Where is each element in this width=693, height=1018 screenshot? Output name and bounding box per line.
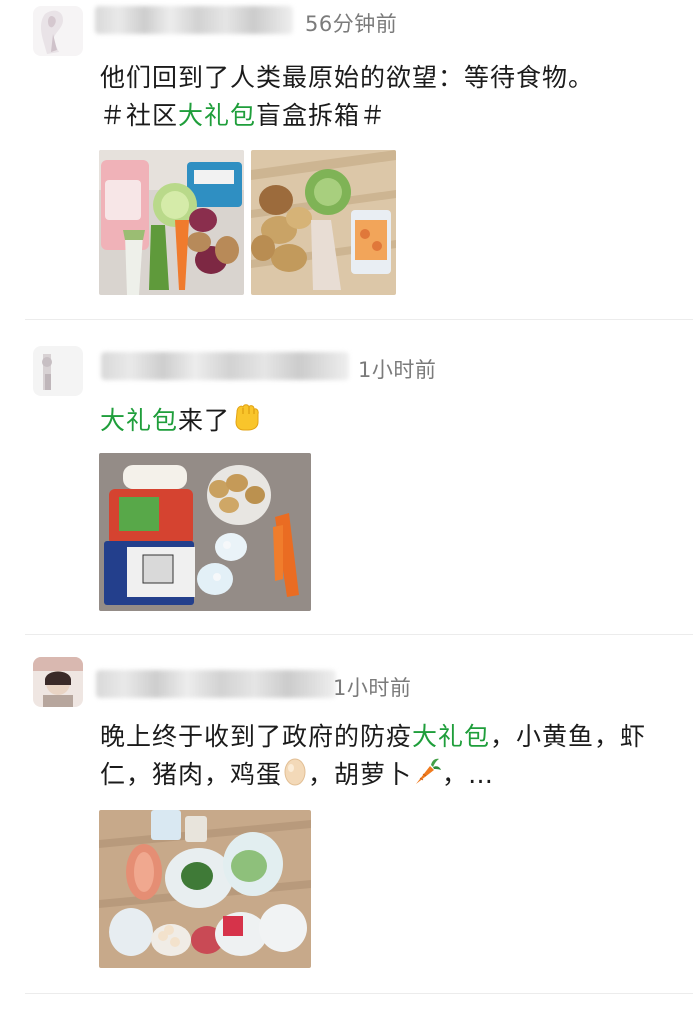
text-part: 他们回到了人类最原始的欲望：等待食物。 (100, 63, 595, 92)
post-time: 56分钟前 (305, 12, 398, 36)
divider (25, 634, 693, 635)
post-text: 他们回到了人类最原始的欲望：等待食物。 ＃社区大礼包盲盒拆箱＃ (100, 59, 670, 135)
text-part: 晚上终于收到了政府的防疫 (100, 722, 413, 751)
carrot-icon (412, 756, 442, 797)
image-grid (99, 810, 311, 968)
text-part: ，胡萝卜 (308, 760, 413, 789)
gift-package-photo (99, 453, 311, 611)
image-grid (99, 453, 311, 611)
avatar[interactable] (33, 346, 83, 396)
highlight-keyword[interactable]: 大礼包 (100, 406, 178, 435)
blurred-username[interactable] (95, 6, 293, 34)
hashtag-end[interactable]: 盲盒拆箱＃ (256, 101, 386, 130)
egg-icon (282, 756, 308, 797)
highlight-keyword[interactable]: 大礼包 (412, 722, 490, 751)
post-text: 大礼包来了 (100, 400, 670, 443)
hashtag-start[interactable]: ＃社区 (100, 101, 178, 130)
fist-icon (230, 400, 262, 443)
avatar-image (33, 657, 83, 707)
image-grid (99, 150, 399, 296)
avatar-image (33, 346, 83, 396)
photo-thumbnail[interactable] (99, 453, 311, 611)
post-time: 1小时前 (358, 358, 437, 382)
post-3: 1小时前 晚上终于收到了政府的防疫大礼包，小黄鱼，虾仁，猪肉，鸡蛋 ，胡萝卜，… (0, 645, 693, 995)
groceries-photo (99, 810, 311, 968)
divider (25, 319, 693, 320)
post-text: 晚上终于收到了政府的防疫大礼包，小黄鱼，虾仁，猪肉，鸡蛋 ，胡萝卜，… (100, 718, 670, 797)
post-time: 1小时前 (333, 676, 412, 700)
blurred-username[interactable] (96, 670, 336, 698)
potatoes-photo (251, 150, 396, 295)
photo-thumbnail[interactable] (251, 150, 396, 295)
avatar[interactable] (33, 657, 83, 707)
divider (25, 993, 693, 994)
photo-thumbnail[interactable] (99, 150, 244, 295)
text-part: ，… (442, 760, 495, 789)
vegetables-photo (99, 150, 244, 295)
photo-thumbnail[interactable] (99, 810, 311, 968)
blurred-username[interactable] (101, 352, 349, 380)
avatar[interactable] (33, 6, 83, 56)
post-2: 1小时前 大礼包来了 (0, 330, 693, 635)
highlight-keyword[interactable]: 大礼包 (178, 101, 256, 130)
avatar-image (33, 6, 83, 56)
text-part: 来了 (178, 406, 231, 435)
post-1: 56分钟前 他们回到了人类最原始的欲望：等待食物。 ＃社区大礼包盲盒拆箱＃ (0, 0, 693, 320)
